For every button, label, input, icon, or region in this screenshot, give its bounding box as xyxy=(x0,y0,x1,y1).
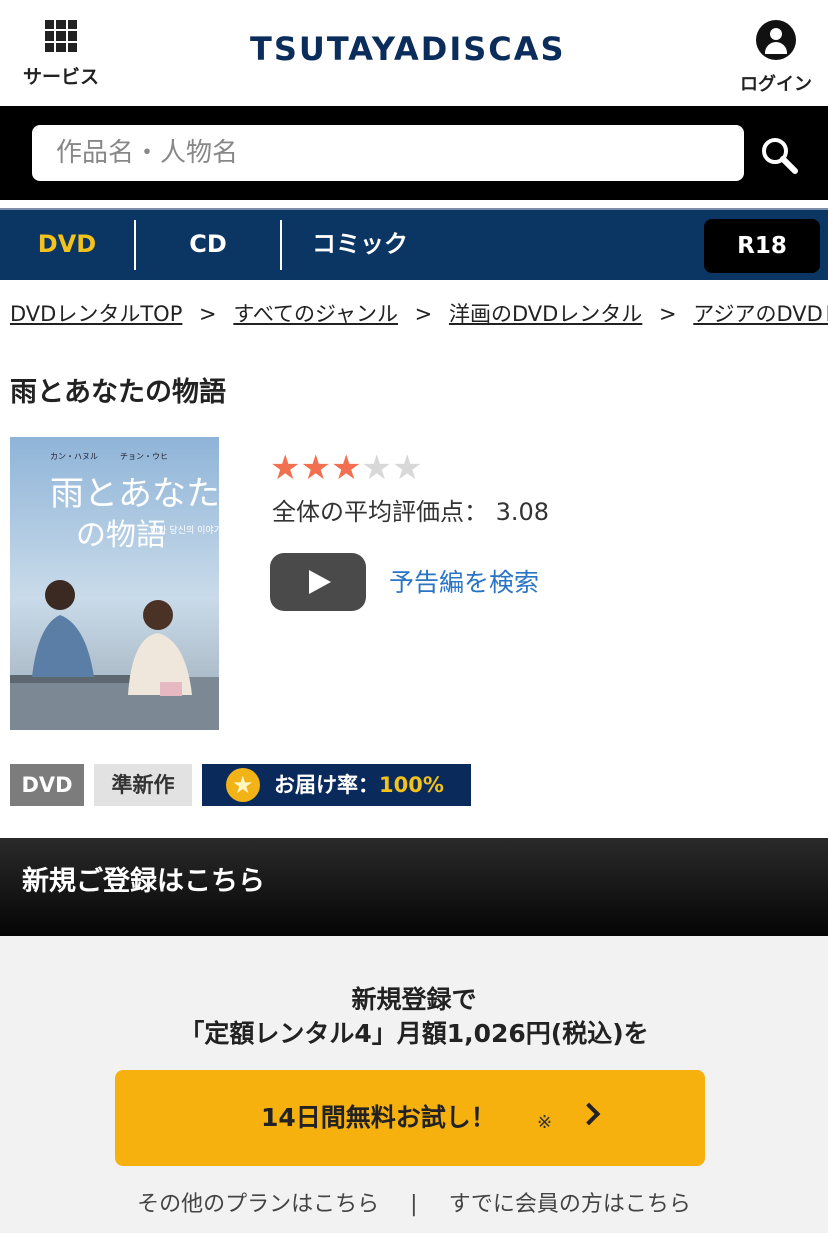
trailer-search-link[interactable]: 予告編を検索 xyxy=(389,563,539,599)
registration-heading: 新規ご登録はこちら xyxy=(0,838,828,936)
breadcrumb-link[interactable]: すべてのジャンル xyxy=(233,302,398,326)
site-logo[interactable]: TSUTAYADISCAS xyxy=(250,30,566,68)
free-trial-button[interactable]: 14日間無料お試し！ ※ xyxy=(115,1070,705,1166)
star-empty-icon: ★ xyxy=(361,448,392,488)
user-icon xyxy=(756,20,796,60)
svg-text:雨とあなた: 雨とあなた xyxy=(50,474,219,514)
tab-comic[interactable]: コミック xyxy=(282,210,438,280)
login-button[interactable]: ログイン xyxy=(736,20,816,96)
breadcrumb-separator: > xyxy=(659,302,677,326)
tab-dvd[interactable]: DVD xyxy=(0,210,134,280)
search-input[interactable] xyxy=(32,125,744,181)
delivery-rate-value: 100% xyxy=(379,773,444,797)
svg-text:チョン・ウヒ: チョン・ウヒ xyxy=(120,452,168,461)
login-label: ログイン xyxy=(740,74,812,95)
breadcrumb-link[interactable]: アジアのDVDレンタル xyxy=(693,302,828,326)
free-trial-note: ※ xyxy=(537,1112,553,1133)
format-badge: DVD xyxy=(10,764,84,806)
services-label: サービス xyxy=(22,66,99,88)
star-filled-icon: ★ xyxy=(300,448,331,488)
link-divider: | xyxy=(410,1192,418,1217)
svg-text:비와 당신의 이야기: 비와 당신의 이야기 xyxy=(150,524,219,536)
search-bar xyxy=(0,106,828,200)
free-trial-label: 14日間無料お試し！ xyxy=(261,1103,496,1132)
star-empty-icon: ★ xyxy=(391,448,423,488)
rating-stars: ★★★★★ xyxy=(270,448,422,488)
other-plans-link[interactable]: その他のプランはこちら xyxy=(137,1192,379,1217)
member-login-link[interactable]: すでに会員の方はこちら xyxy=(449,1192,691,1217)
search-icon[interactable] xyxy=(760,136,798,174)
release-badge: 準新作 xyxy=(94,764,192,806)
registration-plan-text: 「定額レンタル4」月額1,026円(税込)を xyxy=(179,1019,649,1048)
page-title: 雨とあなたの物語 xyxy=(10,377,226,408)
play-icon[interactable] xyxy=(270,553,366,611)
star-medal-icon xyxy=(226,764,260,806)
breadcrumb-link[interactable]: 洋画のDVDレンタル xyxy=(449,302,642,326)
average-rating-value: 3.08 xyxy=(495,498,550,526)
movie-poster[interactable]: カン・ハヌル チョン・ウヒ 雨とあなた の物語 비와 당신의 이야기 xyxy=(10,437,219,730)
svg-text:カン・ハヌル: カン・ハヌル xyxy=(50,452,98,461)
tab-cd[interactable]: CD xyxy=(136,210,280,280)
average-rating-label: 全体の平均評価点： xyxy=(272,498,488,526)
breadcrumb: DVDレンタルTOP > すべてのジャンル > 洋画のDVDレンタル > アジア… xyxy=(10,298,828,328)
site-header: サービス TSUTAYADISCAS ログイン xyxy=(0,0,828,106)
services-menu-button[interactable]: サービス xyxy=(18,20,104,89)
grid-icon xyxy=(45,20,77,52)
delivery-rate-badge: お届け率：100% xyxy=(202,764,471,806)
registration-links: その他のプランはこちら | すでに会員の方はこちら xyxy=(0,1186,828,1218)
category-tabs: DVD CD コミック R18 xyxy=(0,208,828,280)
delivery-rate-label: お届け率： xyxy=(274,773,379,797)
star-filled-icon: ★ xyxy=(330,448,362,488)
breadcrumb-link[interactable]: DVDレンタルTOP xyxy=(10,302,182,326)
chevron-right-icon xyxy=(577,1102,601,1126)
star-filled-icon: ★ xyxy=(270,448,301,488)
r18-button[interactable]: R18 xyxy=(704,219,820,273)
registration-text: 新規登録で xyxy=(351,985,477,1014)
breadcrumb-separator: > xyxy=(199,302,217,326)
average-rating: 全体の平均評価点： 3.08 xyxy=(272,492,549,527)
breadcrumb-separator: > xyxy=(414,302,433,326)
